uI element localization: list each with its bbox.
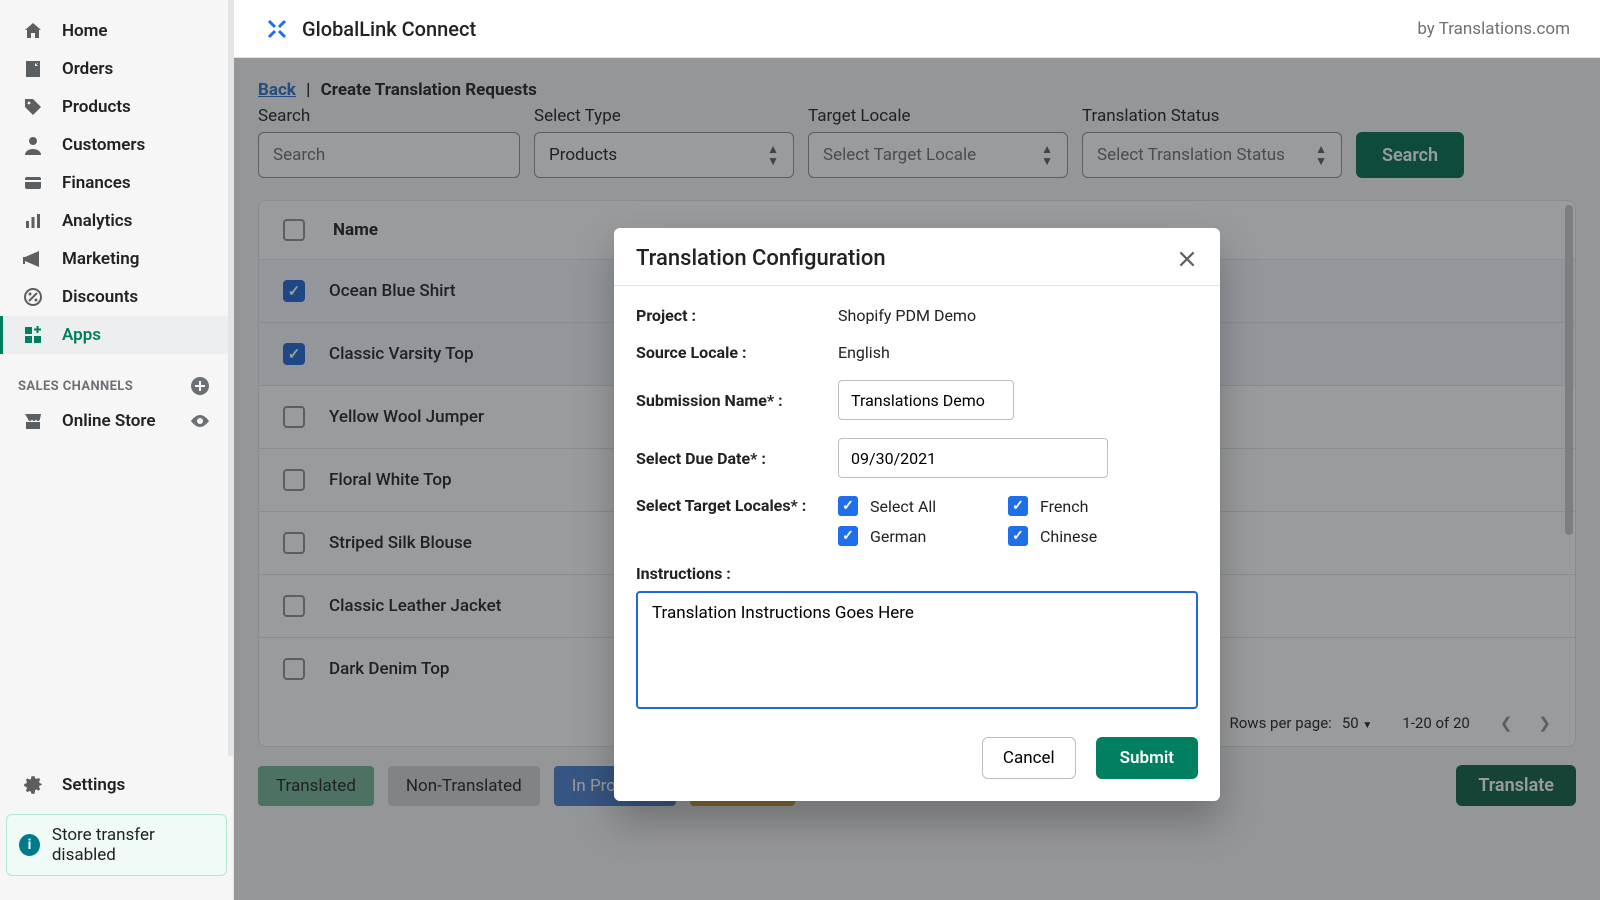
sidebar-item-home[interactable]: Home: [0, 12, 228, 50]
brand-logo-icon: [264, 16, 290, 42]
info-icon: i: [19, 834, 40, 856]
project-value: Shopify PDM Demo: [838, 306, 976, 325]
sidebar-item-finances[interactable]: Finances: [0, 164, 228, 202]
store-transfer-banner: i Store transfer disabled: [6, 814, 227, 876]
submit-button[interactable]: Submit: [1096, 737, 1198, 779]
sidebar-item-marketing[interactable]: Marketing: [0, 240, 228, 278]
sidebar: Home Orders Products Customers: [0, 0, 234, 900]
sidebar-item-products[interactable]: Products: [0, 88, 228, 126]
banner-text: Store transfer disabled: [52, 825, 214, 865]
main: GlobalLink Connect by Translations.com T…: [234, 0, 1600, 900]
analytics-icon: [22, 210, 44, 232]
sidebar-item-online-store[interactable]: Online Store: [0, 402, 228, 440]
sidebar-item-analytics[interactable]: Analytics: [0, 202, 228, 240]
topbar: GlobalLink Connect by Translations.com: [234, 0, 1600, 58]
checkbox-icon: [838, 496, 858, 516]
checkbox-icon: [838, 526, 858, 546]
apps-icon: [22, 324, 44, 346]
sidebar-item-label: Home: [62, 21, 108, 41]
app-brand: GlobalLink Connect: [264, 16, 476, 42]
locale-select-all[interactable]: Select All: [838, 496, 1008, 516]
settings-label: Settings: [62, 775, 125, 795]
locale-german[interactable]: German: [838, 526, 1008, 546]
target-locales-label: Select Target Locales* :: [636, 496, 830, 515]
orders-icon: [22, 58, 44, 80]
cancel-button[interactable]: Cancel: [982, 737, 1076, 779]
products-icon: [22, 96, 44, 118]
submission-name-input[interactable]: [838, 380, 1014, 420]
due-date-label: Select Due Date* :: [636, 449, 830, 468]
sidebar-item-discounts[interactable]: Discounts: [0, 278, 228, 316]
brand-title: GlobalLink Connect: [302, 17, 476, 41]
instructions-label: Instructions :: [636, 564, 1198, 583]
sidebar-item-settings[interactable]: Settings: [0, 766, 233, 804]
instructions-textarea[interactable]: [636, 591, 1198, 709]
discounts-icon: [22, 286, 44, 308]
sidebar-item-label: Finances: [62, 173, 131, 193]
add-channel-icon[interactable]: [190, 376, 210, 396]
sidebar-item-label: Products: [62, 97, 131, 117]
submission-name-label: Submission Name* :: [636, 391, 830, 410]
sales-channels-header: SALES CHANNELS: [0, 354, 228, 402]
view-store-icon[interactable]: [190, 411, 210, 431]
sidebar-item-label: Marketing: [62, 249, 139, 269]
byline: by Translations.com: [1417, 19, 1570, 39]
locale-french[interactable]: French: [1008, 496, 1178, 516]
checkbox-icon: [1008, 526, 1028, 546]
channel-label: Online Store: [62, 411, 156, 431]
sidebar-item-apps[interactable]: Apps: [0, 316, 228, 354]
source-locale-value: English: [838, 343, 890, 362]
sidebar-item-label: Orders: [62, 59, 113, 79]
sales-channels-label: SALES CHANNELS: [18, 379, 133, 394]
translation-config-modal: Translation Configuration Project : Shop…: [614, 228, 1220, 801]
sidebar-item-label: Apps: [62, 325, 101, 345]
store-icon: [22, 410, 44, 432]
gear-icon: [22, 774, 44, 796]
home-icon: [22, 20, 44, 42]
sidebar-item-label: Customers: [62, 135, 145, 155]
checkbox-icon: [1008, 496, 1028, 516]
source-locale-label: Source Locale :: [636, 343, 830, 362]
project-label: Project :: [636, 306, 830, 325]
sidebar-item-orders[interactable]: Orders: [0, 50, 228, 88]
locale-chinese[interactable]: Chinese: [1008, 526, 1178, 546]
due-date-input[interactable]: [838, 438, 1108, 478]
sidebar-item-label: Analytics: [62, 211, 132, 231]
marketing-icon: [22, 248, 44, 270]
finances-icon: [22, 172, 44, 194]
customers-icon: [22, 134, 44, 156]
close-icon[interactable]: [1176, 248, 1198, 270]
modal-title: Translation Configuration: [636, 246, 886, 271]
sidebar-item-label: Discounts: [62, 287, 138, 307]
sidebar-item-customers[interactable]: Customers: [0, 126, 228, 164]
